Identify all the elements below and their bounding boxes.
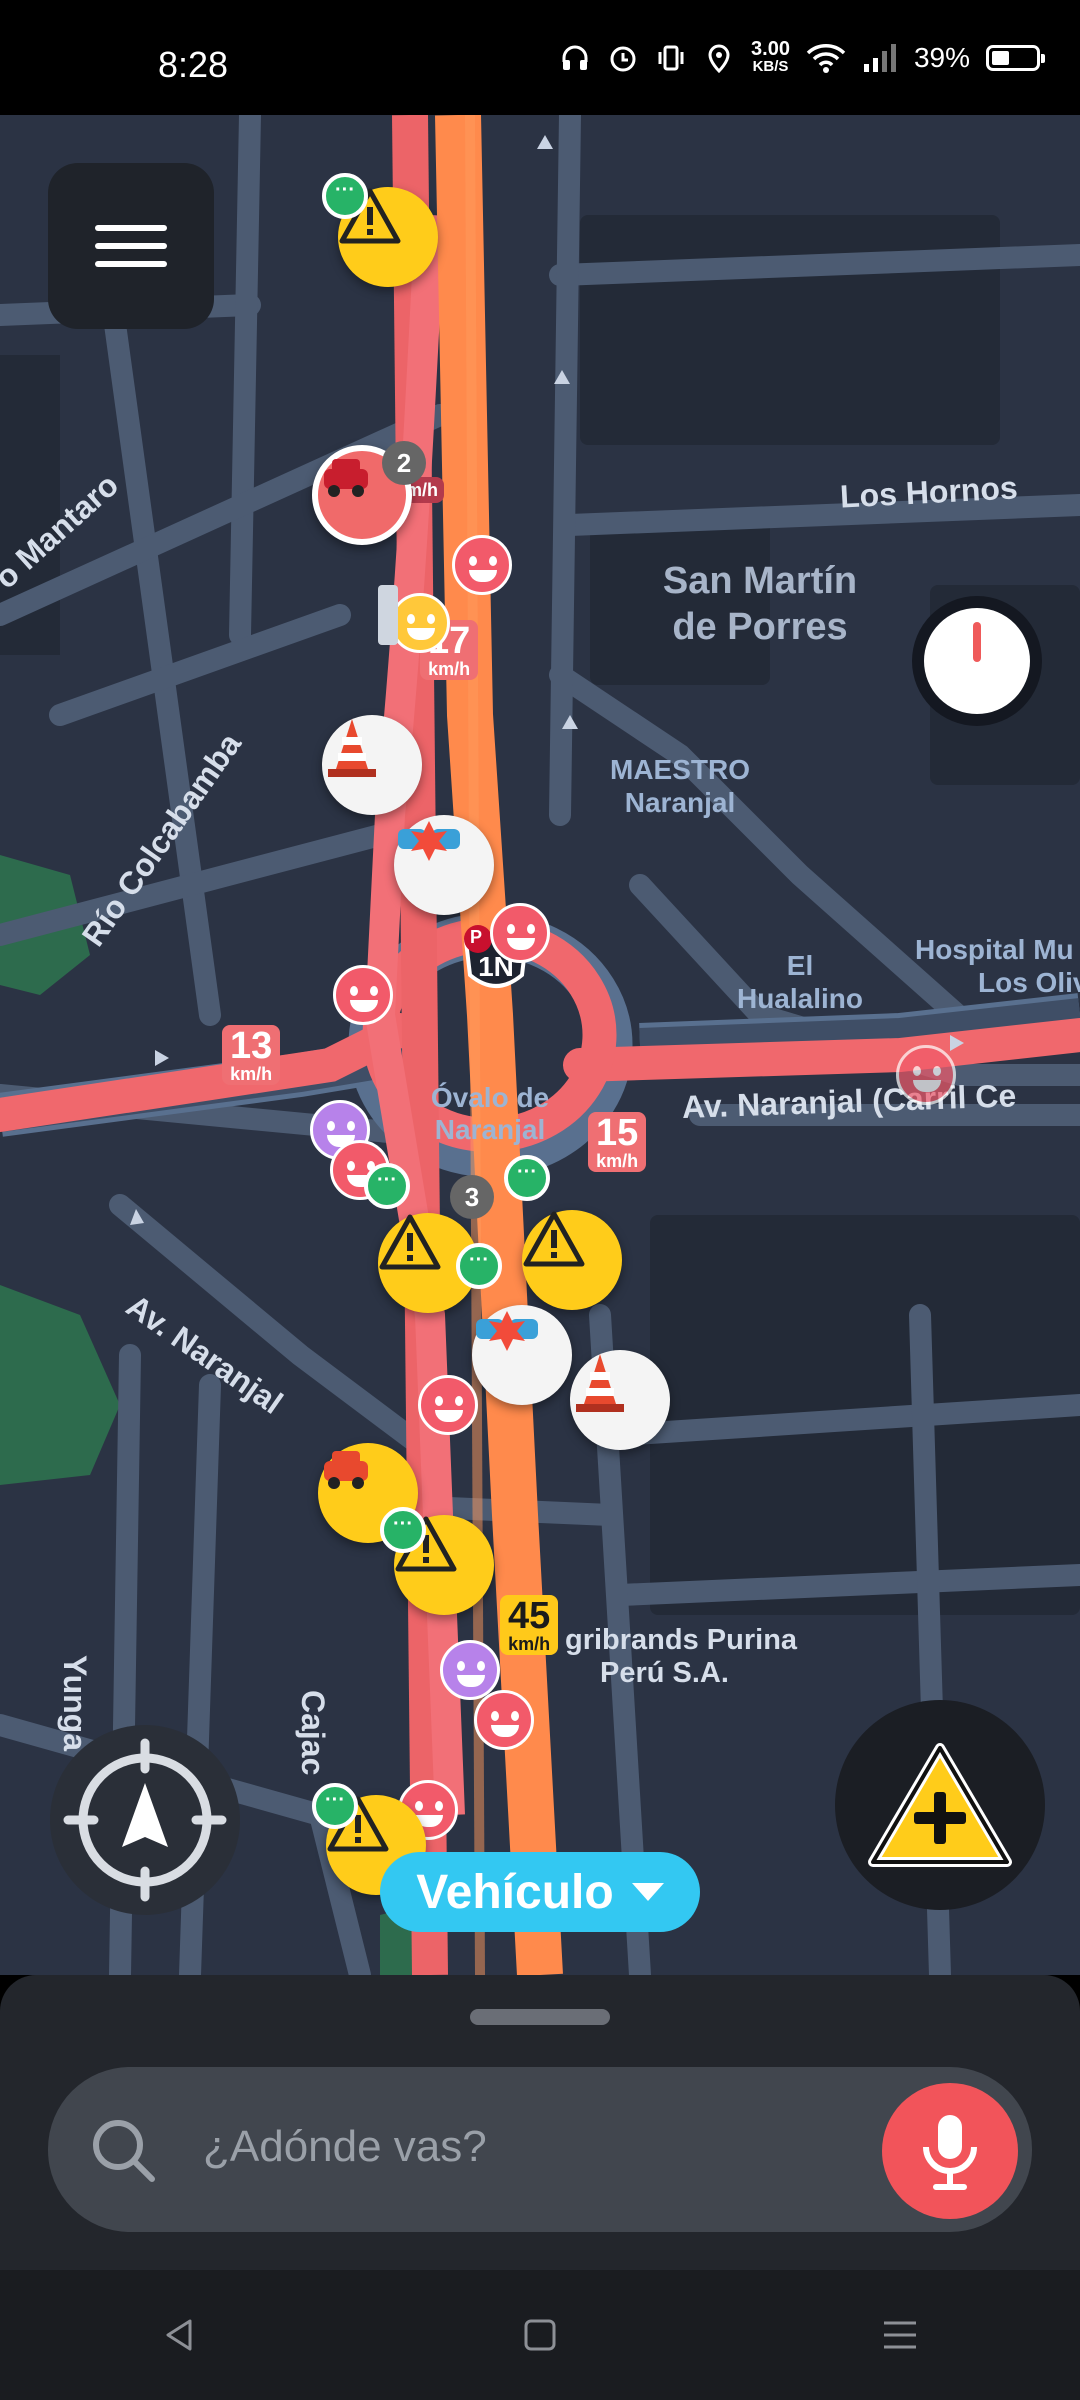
net-speed-unit: KB/S [752, 58, 789, 75]
speed-tag-unit: km/h [596, 1151, 639, 1171]
report-button[interactable] [835, 1700, 1045, 1910]
label-hospital-line2: Los Oliv [978, 967, 1080, 998]
speed-tag-unit: km/h [428, 659, 471, 679]
chat-icon[interactable] [380, 1507, 426, 1553]
sheet-drag-handle[interactable] [470, 2009, 610, 2025]
police-icon[interactable] [378, 585, 398, 645]
label-maestro-line1: MAESTRO [610, 754, 750, 785]
count-badge: 2 [382, 441, 426, 485]
location-icon [708, 44, 730, 74]
battery-percent: 39% [913, 42, 970, 73]
label-ovalo-line2: Naranjal [434, 1114, 546, 1145]
label-el-line1: El [786, 950, 814, 981]
speed-tag-unit: km/h [508, 1634, 551, 1654]
search-icon [93, 2120, 155, 2182]
recenter-button[interactable] [50, 1725, 240, 1915]
net-speed-value: 3.00 [751, 38, 790, 60]
crash-pin[interactable] [472, 1305, 572, 1405]
construction-pin[interactable] [322, 715, 422, 815]
speed-tag-value: 15 [596, 1112, 639, 1154]
label-district-line2: de Porres [672, 606, 848, 648]
car-icon [324, 459, 368, 497]
wazer-avatar[interactable] [490, 903, 550, 963]
speedometer-icon [924, 608, 1030, 714]
construction-pin[interactable] [570, 1350, 670, 1450]
headphones-icon [562, 45, 588, 70]
label-district-line1: San Martín [662, 560, 858, 602]
report-hazard-icon [868, 1743, 1012, 1867]
back-icon [166, 2319, 192, 2351]
voice-search-button[interactable] [882, 2083, 1018, 2219]
speed-tag-45[interactable]: 45 km/h [500, 1595, 559, 1655]
status-icons: 3.00 KB/S 39% [559, 38, 1045, 76]
back-button[interactable] [140, 2305, 220, 2365]
crash-icon [398, 821, 460, 861]
label-maestro-line2: Naranjal [624, 787, 736, 818]
crash-icon [476, 1311, 538, 1351]
chat-icon[interactable] [456, 1243, 502, 1289]
vehicle-selector-button[interactable]: Vehículo [380, 1852, 700, 1932]
system-nav-bar [0, 2270, 1080, 2400]
crash-pin[interactable] [394, 815, 494, 915]
warning-icon [379, 1214, 441, 1270]
wifi-icon [806, 44, 846, 73]
battery-icon [986, 45, 1045, 71]
traffic-cone-icon [328, 719, 376, 777]
hazard-report-pin[interactable] [522, 1210, 622, 1310]
wazer-avatar[interactable] [440, 1640, 500, 1700]
speed-tag-unit: km/h [230, 1064, 273, 1084]
chat-icon[interactable] [504, 1155, 550, 1201]
chat-icon[interactable] [364, 1163, 410, 1209]
chat-icon[interactable] [312, 1783, 358, 1829]
speed-tag-13[interactable]: 13 km/h [222, 1025, 281, 1085]
count-badge: 3 [450, 1175, 494, 1219]
net-speed: 3.00 KB/S [751, 38, 790, 76]
location-arrow-icon [63, 1738, 227, 1902]
label-agribrands-line2: Perú S.A. [600, 1657, 729, 1689]
label-hospital-line1: Hospital Mu [915, 934, 1074, 965]
search-input[interactable]: ¿Adónde vas? [203, 2122, 487, 2172]
hamburger-icon [95, 261, 167, 267]
recents-button[interactable] [860, 2305, 940, 2365]
vehicle-label: Vehículo [416, 1865, 614, 1919]
hamburger-icon [95, 225, 167, 231]
wazer-avatar[interactable] [390, 593, 450, 653]
speedometer-button[interactable] [912, 596, 1042, 726]
home-icon [524, 2319, 556, 2351]
speed-tag-15[interactable]: 15 km/h [588, 1112, 647, 1172]
label-el-line2: Hualalino [736, 983, 863, 1014]
alarm-icon [610, 46, 636, 72]
label-agribrands-line1: gribrands Purina [565, 1624, 798, 1656]
speed-tag-value: 13 [230, 1025, 273, 1067]
car-icon [324, 1451, 368, 1489]
chat-icon[interactable] [322, 173, 368, 219]
recents-icon [884, 2321, 916, 2349]
wazer-avatar[interactable] [474, 1690, 534, 1750]
bottom-sheet[interactable]: ¿Adónde vas? [0, 1975, 1080, 2270]
chevron-down-icon [631, 1883, 664, 1901]
menu-button[interactable] [48, 163, 214, 329]
wazer-avatar[interactable] [452, 535, 512, 595]
label-ovalo-line1: Óvalo de [430, 1082, 550, 1113]
status-time: 8:28 [158, 44, 229, 85]
map-view[interactable]: Los Hornos San Martín de Porres MAESTRO … [0, 115, 1080, 1975]
search-bar[interactable]: ¿Adónde vas? [48, 2067, 1032, 2232]
vibrate-icon [658, 45, 684, 71]
signal-icon [863, 44, 896, 72]
parking-letter: P [470, 927, 483, 947]
hamburger-icon [95, 243, 167, 249]
wazer-avatar[interactable] [896, 1045, 956, 1105]
speed-tag-value: 45 [508, 1595, 551, 1637]
wazer-avatar[interactable] [333, 965, 393, 1025]
label-cajac: Cajac [295, 1690, 331, 1776]
status-bar: 8:28 3.00 KB/S 39% [0, 0, 1080, 115]
warning-icon [523, 1211, 585, 1267]
traffic-cone-icon [576, 1354, 624, 1412]
wazer-avatar[interactable] [418, 1375, 478, 1435]
home-button[interactable] [500, 2305, 580, 2365]
microphone-icon [923, 2115, 977, 2190]
